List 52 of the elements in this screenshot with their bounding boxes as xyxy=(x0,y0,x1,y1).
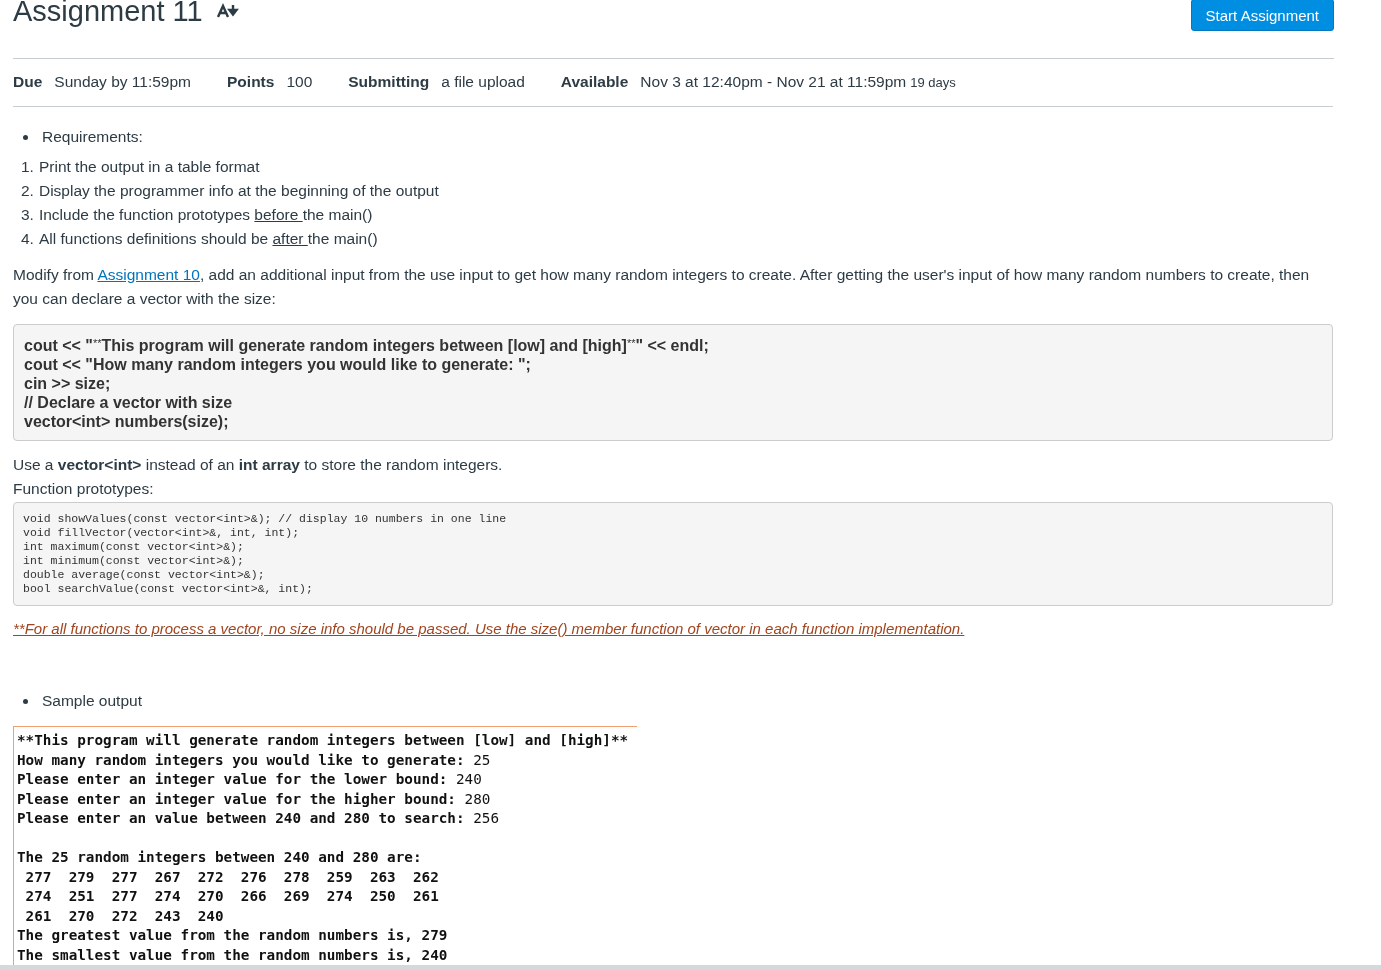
terminal-line: 277 279 277 267 272 276 278 259 263 262 xyxy=(24,867,440,887)
requirement-text: All functions definitions should be after the main() xyxy=(38,230,378,248)
detail-value: Sunday by 11:59pm xyxy=(54,73,192,91)
detail-value: a file upload xyxy=(441,73,525,91)
requirement-text: Print the output in a table format xyxy=(38,158,260,176)
code-line: cout << "$^{**}$This program will generate random integers between [low] and [high]$^{**}$" << endl; xyxy=(24,336,710,355)
horizontal-scrollbar[interactable] xyxy=(0,965,1381,970)
bullet-icon xyxy=(23,134,28,140)
list-number: 1. xyxy=(21,158,34,176)
code-line: bool searchValue(const vector<int>&, int); xyxy=(23,582,314,596)
detail-label: Due xyxy=(13,73,43,91)
terminal-line: 261 270 272 243 240 xyxy=(24,906,225,926)
terminal-line: **This program will generate random integers between [low] and [high]** xyxy=(17,731,630,750)
terminal-line: How many random integers you would like to generate: 25 xyxy=(17,750,492,770)
list-number: 4. xyxy=(21,230,34,248)
terminal-line: Please enter an value between 240 and 280 to search: 256 xyxy=(17,809,501,828)
code-line: int maximum(const vector<int>&); xyxy=(23,540,245,554)
detail-label: Available xyxy=(560,73,629,91)
sample-output-heading: Sample output xyxy=(42,692,142,710)
start-assignment-button[interactable]: Start Assignment xyxy=(1190,0,1334,31)
terminal-line: Please enter an integer value for the lower bound: 240 xyxy=(17,770,483,789)
code-line: void fillVector(vector<int>&, int, int); xyxy=(23,526,301,540)
code-line: void showValues(const vector<int>&); // display 10 numbers in one line xyxy=(23,512,508,526)
terminal-line: The 25 random integers between 240 and 280 are: xyxy=(17,848,423,867)
terminal-line: Please enter an integer value for the higher bound: 280 xyxy=(17,789,492,809)
instructions-paragraph: Modify from Assignment 10, add an additional input from the use input to get how many random integers to create. After getting the user's input of how many random numbers to create, then you can declare a vector with the size: xyxy=(13,265,1311,309)
code-line: // Declare a vector with size xyxy=(24,393,234,412)
code-line: int minimum(const vector<int>&); xyxy=(23,554,245,568)
detail-value: 100 xyxy=(286,73,313,91)
terminal-line: The greatest value from the random numbers is, 279 xyxy=(17,926,449,945)
assignment-title: Assignment 11 xyxy=(13,0,203,29)
list-number: 3. xyxy=(21,206,34,224)
requirements-heading: Requirements: xyxy=(42,128,143,146)
terminal-line: The smallest value from the random numbers is, 240 xyxy=(17,945,449,965)
assignment-link[interactable]: Assignment 10 xyxy=(97,266,200,283)
list-number: 2. xyxy=(21,182,34,200)
code-line: cin >> size; xyxy=(24,374,112,393)
requirement-text: Include the function prototypes before the main() xyxy=(38,206,373,224)
vector-note: Use a vector<int> instead of an int array to store the random integers. xyxy=(13,455,504,475)
terminal-line: 274 251 277 274 270 266 269 274 250 261 xyxy=(24,887,440,906)
detail-value: Nov 3 at 12:40pm - Nov 21 at 11:59pm xyxy=(640,73,907,91)
prototypes-heading: Function prototypes: xyxy=(13,479,155,499)
requirement-text: Display the programmer info at the beginning of the output xyxy=(38,182,439,200)
detail-label: Submitting xyxy=(348,73,430,91)
code-line: double average(const vector<int>&); xyxy=(23,568,266,582)
detail-note: 19 days xyxy=(910,75,956,90)
bullet-icon xyxy=(23,698,28,704)
code-line: vector<int> numbers(size); xyxy=(24,412,230,431)
font-size-icon[interactable] xyxy=(216,3,239,19)
code-line: cout << "How many random integers you would like to generate: "; xyxy=(24,355,532,374)
footnote-text: **For all functions to process a vector, no size info should be passed. Use the size() member function of vector in each function implementation. xyxy=(13,620,966,637)
detail-label: Points xyxy=(227,73,275,91)
